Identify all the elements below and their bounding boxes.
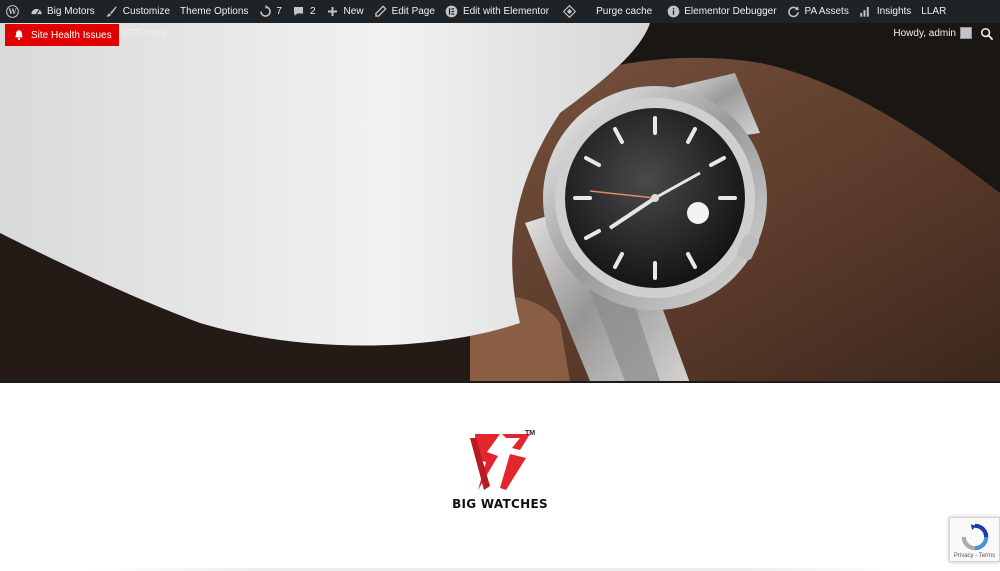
new-content-menu[interactable]: New (321, 0, 369, 23)
new-label: New (343, 6, 364, 17)
dashboard-icon (29, 5, 43, 19)
wpforms-label: WPForms (121, 28, 166, 39)
hero-image (0, 23, 1000, 381)
edit-page-label: Edit Page (391, 6, 435, 17)
llar-label: LLAR (921, 6, 947, 17)
svg-text:W: W (7, 7, 17, 16)
comments-count: 2 (309, 6, 316, 17)
updates-link[interactable]: 7 (253, 0, 287, 23)
wordpress-icon: W (5, 5, 19, 19)
bell-icon (13, 29, 25, 41)
wordpress-logo-menu[interactable]: W (0, 0, 24, 23)
edit-with-elementor-label: Edit with Elementor (462, 6, 550, 17)
avatar (960, 27, 972, 39)
search-icon[interactable] (980, 27, 994, 41)
updates-count: 7 (276, 6, 282, 17)
elementor-icon (445, 5, 459, 19)
theme-options-link[interactable]: Theme Options (175, 0, 253, 23)
purge-cache-label: Purge cache (596, 6, 653, 17)
hero-divider (0, 381, 1000, 383)
plus-icon (326, 5, 340, 19)
my-account-menu[interactable]: Howdy, admin (893, 27, 972, 39)
edit-with-elementor-link[interactable]: Edit with Elementor (440, 0, 554, 23)
trademark-mark: TM (525, 430, 536, 437)
admin-subbar: Site Health Issues WPForms Howdy, admin (0, 23, 1000, 46)
howdy-label: Howdy, admin (893, 27, 956, 39)
site-name-menu[interactable]: Big Motors (24, 0, 100, 23)
diamond-icon (562, 5, 576, 19)
diamond-menu[interactable] (554, 0, 588, 23)
updates-icon (258, 5, 272, 19)
pencil-icon (374, 5, 388, 19)
bar-chart-icon (859, 5, 873, 19)
theme-options-label: Theme Options (180, 6, 249, 17)
wpforms-link[interactable]: WPForms (121, 28, 165, 39)
site-name-label: Big Motors (47, 6, 95, 17)
elementor-debugger-label: Elementor Debugger (684, 6, 777, 17)
brush-icon (105, 5, 119, 19)
admin-bar: W Big Motors Customize Theme Options 7 2… (0, 0, 1000, 23)
site-health-label: Site Health Issues (31, 29, 112, 41)
edit-page-link[interactable]: Edit Page (369, 0, 440, 23)
site-health-issues-button[interactable]: Site Health Issues (5, 24, 119, 46)
insights-link[interactable]: Insights (854, 0, 916, 23)
recaptcha-icon (961, 523, 988, 551)
recaptcha-badge[interactable]: Privacy - Terms (949, 517, 1000, 562)
customize-link[interactable]: Customize (100, 0, 175, 23)
logo-text: BIG WATCHES (452, 497, 548, 511)
llar-link[interactable]: LLAR (916, 0, 951, 23)
refresh-icon (787, 5, 801, 19)
elementor-debugger-menu[interactable]: Elementor Debugger (657, 0, 781, 23)
insights-label: Insights (876, 6, 912, 17)
comments-icon (292, 5, 306, 19)
info-icon (666, 5, 680, 19)
pa-assets-link[interactable]: PA Assets (782, 0, 854, 23)
pa-assets-label: PA Assets (804, 6, 849, 17)
purge-cache-link[interactable]: Purge cache (588, 0, 657, 23)
hero-watch-illustration (0, 23, 1000, 381)
comments-link[interactable]: 2 (287, 0, 321, 23)
customize-label: Customize (122, 6, 171, 17)
logo-mark (470, 434, 530, 490)
recaptcha-links[interactable]: Privacy - Terms (954, 553, 995, 559)
